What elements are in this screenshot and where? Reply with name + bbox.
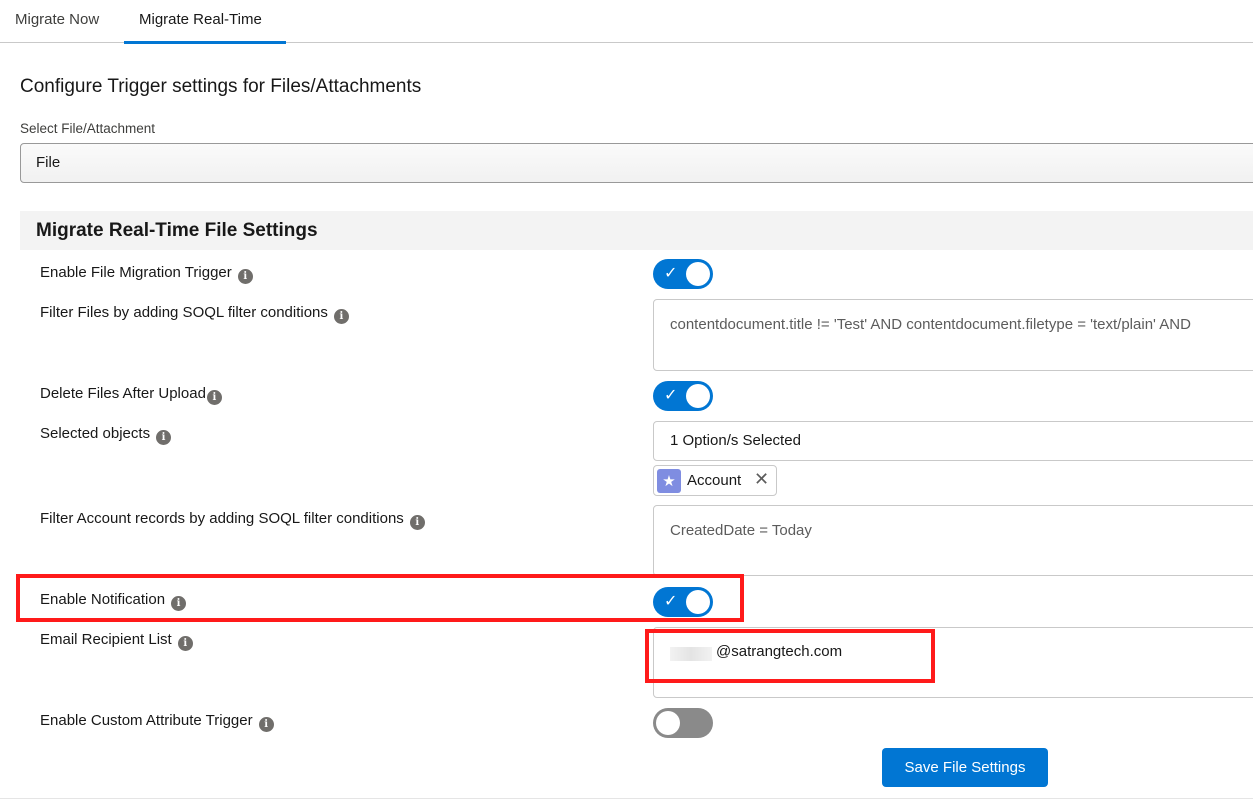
email-recipient-label: Email Recipient List: [40, 631, 172, 648]
info-icon[interactable]: i: [237, 269, 253, 284]
toggle-knob: [686, 384, 710, 408]
selected-objects-row-label: Selected objects i: [40, 425, 172, 445]
page: Migrate Now Migrate Real-Time Configure …: [0, 0, 1253, 800]
delete-files-label: Delete Files After Upload: [40, 385, 206, 402]
info-icon[interactable]: i: [333, 309, 349, 324]
section-title: Migrate Real-Time File Settings: [36, 220, 318, 241]
toggle-knob: [686, 590, 710, 614]
filter-account-row-label: Filter Account records by adding SOQL fi…: [40, 510, 425, 530]
redacted-text: [670, 647, 712, 661]
email-recipient-textarea[interactable]: @satrangtech.com: [653, 627, 1253, 698]
selected-objects-combobox[interactable]: 1 Option/s Selected: [653, 421, 1253, 461]
section-header: Migrate Real-Time File Settings: [20, 211, 1253, 250]
object-pill-account: ★ Account ✕: [653, 465, 777, 496]
select-file-label: Select File/Attachment: [20, 121, 156, 136]
tab-migrate-real-time[interactable]: Migrate Real-Time: [124, 0, 286, 44]
filter-files-textarea[interactable]: contentdocument.title != 'Test' AND cont…: [653, 299, 1253, 371]
filter-account-textarea[interactable]: CreatedDate = Today: [653, 505, 1253, 576]
star-icon: ★: [657, 469, 681, 493]
close-icon[interactable]: ✕: [754, 469, 769, 490]
selected-objects-label: Selected objects: [40, 425, 151, 442]
filter-files-label: Filter Files by adding SOQL filter condi…: [40, 304, 328, 321]
info-icon[interactable]: i: [177, 636, 193, 651]
toggle-knob: [656, 711, 680, 735]
divider: [0, 798, 1253, 799]
info-icon[interactable]: i: [206, 390, 222, 405]
enable-notification-row-label: Enable Notification i: [40, 591, 187, 611]
save-file-settings-button[interactable]: Save File Settings: [882, 748, 1048, 787]
tab-bar: Migrate Now Migrate Real-Time: [0, 0, 1253, 44]
info-icon[interactable]: i: [171, 596, 187, 611]
page-title: Configure Trigger settings for Files/Att…: [20, 76, 422, 97]
check-icon: ✓: [664, 263, 678, 282]
toggle-knob: [686, 262, 710, 286]
custom-attribute-row-label: Enable Custom Attribute Trigger i: [40, 712, 274, 732]
info-icon[interactable]: i: [409, 515, 425, 530]
info-icon[interactable]: i: [156, 430, 172, 445]
enable-trigger-toggle[interactable]: ✓: [653, 259, 713, 289]
delete-files-toggle[interactable]: ✓: [653, 381, 713, 411]
enable-trigger-label: Enable File Migration Trigger: [40, 264, 232, 281]
enable-notification-toggle[interactable]: ✓: [653, 587, 713, 617]
filter-files-row-label: Filter Files by adding SOQL filter condi…: [40, 304, 349, 324]
delete-files-row-label: Delete Files After Upload i: [40, 385, 222, 405]
custom-attribute-label: Enable Custom Attribute Trigger: [40, 712, 253, 729]
check-icon: ✓: [664, 591, 678, 610]
check-icon: ✓: [664, 385, 678, 404]
enable-notification-label: Enable Notification: [40, 591, 166, 608]
filter-account-label: Filter Account records by adding SOQL fi…: [40, 510, 404, 527]
email-recipient-row-label: Email Recipient List i: [40, 631, 193, 651]
email-value: @satrangtech.com: [716, 643, 843, 660]
enable-trigger-row-label: Enable File Migration Trigger i: [40, 264, 253, 284]
file-attachment-select[interactable]: File: [20, 143, 1253, 183]
info-icon[interactable]: i: [258, 717, 274, 732]
pill-label: Account: [687, 472, 742, 489]
custom-attribute-toggle[interactable]: [653, 708, 713, 738]
tab-migrate-now[interactable]: Migrate Now: [0, 0, 114, 43]
